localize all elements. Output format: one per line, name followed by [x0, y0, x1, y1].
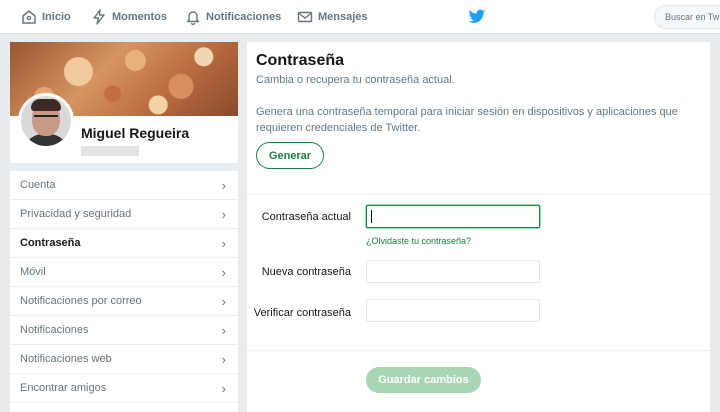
- menu-item-label: Notificaciones web: [20, 353, 112, 365]
- divider: [247, 350, 710, 351]
- chevron-right-icon: ›: [221, 322, 226, 338]
- lightning-icon: [93, 9, 105, 25]
- save-changes-button[interactable]: Guardar cambios: [366, 367, 481, 393]
- search-input[interactable]: Buscar en Twitter: [654, 5, 720, 29]
- chevron-right-icon: ›: [221, 235, 226, 251]
- menu-item-label: Móvil: [20, 266, 46, 278]
- current-password-field[interactable]: [366, 205, 540, 228]
- profile-name[interactable]: Miguel Regueira: [81, 125, 189, 141]
- nav-messages-label: Mensajes: [318, 11, 368, 23]
- twitter-bird-icon[interactable]: [468, 9, 486, 25]
- menu-item-label: Encontrar amigos: [20, 382, 107, 394]
- new-password-field[interactable]: [366, 260, 540, 283]
- chevron-right-icon: ›: [221, 293, 226, 309]
- menu-item-encontrar-amigos[interactable]: Encontrar amigos ›: [10, 374, 238, 403]
- new-password-label: Nueva contraseña: [261, 266, 351, 278]
- home-icon: [22, 10, 36, 24]
- nav-home[interactable]: Inicio: [21, 0, 71, 34]
- menu-item-notificaciones[interactable]: Notificaciones ›: [10, 316, 238, 345]
- divider: [247, 194, 710, 195]
- menu-item-contrasena[interactable]: Contraseña ›: [10, 229, 238, 258]
- menu-item-label: Notificaciones: [20, 324, 89, 336]
- page-subtitle: Cambia o recupera tu contraseña actual.: [256, 74, 455, 86]
- verify-password-label: Verificar contraseña: [253, 307, 351, 319]
- bell-icon: [186, 11, 200, 25]
- nav-home-label: Inicio: [42, 11, 71, 23]
- nav-moments-label: Momentos: [112, 11, 167, 23]
- avatar[interactable]: [18, 93, 74, 149]
- profile-handle-redacted: [81, 146, 139, 156]
- menu-item-label: Contraseña: [20, 237, 81, 249]
- password-settings-panel: Contraseña Cambia o recupera tu contrase…: [247, 42, 710, 412]
- temporary-password-description: Genera una contraseña temporal para inic…: [256, 106, 678, 134]
- nav-moments[interactable]: Momentos: [91, 0, 167, 34]
- chevron-right-icon: ›: [221, 380, 226, 396]
- chevron-right-icon: ›: [221, 206, 226, 222]
- settings-menu: Cuenta › Privacidad y seguridad › Contrase…: [10, 171, 238, 412]
- top-navigation-bar: Inicio Momentos Notificaciones Mensajes …: [0, 0, 720, 34]
- chevron-right-icon: ›: [221, 177, 226, 193]
- generate-button[interactable]: Generar: [256, 142, 324, 169]
- menu-item-label: Notificaciones por correo: [20, 295, 142, 307]
- menu-item-privacidad[interactable]: Privacidad y seguridad ›: [10, 200, 238, 229]
- forgot-password-link[interactable]: ¿Olvidaste tu contraseña?: [366, 236, 471, 246]
- nav-notifications-label: Notificaciones: [206, 11, 282, 23]
- nav-messages[interactable]: Mensajes: [297, 0, 368, 34]
- page-title: Contraseña: [256, 52, 345, 69]
- chevron-right-icon: ›: [221, 264, 226, 280]
- nav-notifications[interactable]: Notificaciones: [185, 0, 281, 34]
- menu-item-cuenta[interactable]: Cuenta ›: [10, 171, 238, 200]
- menu-item-notificaciones-web[interactable]: Notificaciones web ›: [10, 345, 238, 374]
- menu-item-label: Cuenta: [20, 179, 56, 191]
- text-caret: [371, 210, 372, 223]
- menu-item-movil[interactable]: Móvil ›: [10, 258, 238, 287]
- chevron-right-icon: ›: [221, 351, 226, 367]
- menu-item-notificaciones-correo[interactable]: Notificaciones por correo ›: [10, 287, 238, 316]
- current-password-label: Contraseña actual: [261, 211, 351, 223]
- envelope-icon: [297, 11, 313, 23]
- verify-password-field[interactable]: [366, 299, 540, 322]
- menu-item-label: Privacidad y seguridad: [20, 208, 132, 220]
